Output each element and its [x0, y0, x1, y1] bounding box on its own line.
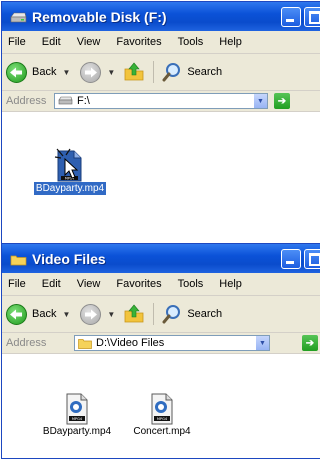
window-title: Removable Disk (F:)	[32, 8, 167, 25]
folder-icon	[10, 253, 27, 265]
drive-icon	[58, 96, 73, 106]
forward-arrow-icon[interactable]	[80, 303, 102, 325]
file-name: BDayparty.mp4	[42, 426, 112, 437]
drive-icon	[10, 11, 27, 23]
back-button[interactable]: Back	[32, 66, 56, 78]
menu-file[interactable]: File	[8, 36, 26, 48]
folder-up-icon[interactable]	[123, 304, 145, 324]
forward-dropdown-icon[interactable]: ▼	[107, 310, 115, 319]
mpg4-badge: MPG4	[157, 417, 168, 421]
menu-view[interactable]: View	[77, 278, 101, 290]
menu-help[interactable]: Help	[219, 36, 242, 48]
forward-arrow-icon[interactable]	[80, 61, 102, 83]
minimize-button[interactable]	[281, 249, 301, 269]
menu-favorites[interactable]: Favorites	[116, 278, 161, 290]
search-icon[interactable]	[162, 62, 182, 82]
file-name: BDayparty.mp4	[33, 182, 107, 195]
menu-bar: File Edit View Favorites Tools Help	[2, 31, 320, 54]
maximize-button[interactable]	[304, 7, 320, 27]
back-dropdown-icon[interactable]: ▼	[62, 68, 70, 77]
file-item[interactable]: MPG4 BDayparty.mp4	[30, 147, 110, 195]
toolbar: Back ▼ ▼ Search	[2, 296, 320, 333]
address-label: Address	[6, 95, 47, 107]
search-button[interactable]: Search	[187, 308, 222, 320]
folder-up-icon[interactable]	[123, 62, 145, 82]
toolbar-divider	[153, 303, 155, 325]
mp4-file-icon: MPG4	[54, 147, 86, 183]
menu-help[interactable]: Help	[219, 278, 242, 290]
toolbar: Back ▼ ▼ Search	[2, 54, 320, 91]
title-bar[interactable]: Video Files	[2, 244, 320, 273]
address-bar: Address D:\Video Files ▼ ➔	[2, 333, 320, 354]
menu-view[interactable]: View	[77, 36, 101, 48]
address-value: D:\Video Files	[96, 337, 165, 349]
file-item[interactable]: MPG4 BDayparty.mp4	[32, 392, 122, 437]
address-bar: Address F:\ ▼ ➔	[2, 91, 320, 112]
menu-bar: File Edit View Favorites Tools Help	[2, 273, 320, 296]
go-arrow-icon[interactable]: ➔	[274, 93, 290, 109]
menu-tools[interactable]: Tools	[178, 278, 204, 290]
go-arrow-icon[interactable]: ➔	[302, 335, 318, 351]
search-icon[interactable]	[162, 304, 182, 324]
address-field[interactable]: D:\Video Files ▼	[74, 335, 270, 351]
forward-dropdown-icon[interactable]: ▼	[107, 68, 115, 77]
file-item[interactable]: MPG4 Concert.mp4	[122, 392, 202, 437]
menu-edit[interactable]: Edit	[42, 36, 61, 48]
maximize-button[interactable]	[304, 249, 320, 269]
window-title: Video Files	[32, 250, 106, 267]
menu-tools[interactable]: Tools	[178, 36, 204, 48]
mp4-file-icon: MPG4	[63, 392, 91, 426]
menu-favorites[interactable]: Favorites	[116, 36, 161, 48]
back-dropdown-icon[interactable]: ▼	[62, 310, 70, 319]
folder-icon	[78, 338, 92, 349]
menu-file[interactable]: File	[8, 278, 26, 290]
address-value: F:\	[77, 95, 90, 107]
address-dropdown-icon[interactable]: ▼	[256, 336, 269, 350]
toolbar-divider	[153, 61, 155, 83]
file-name: Concert.mp4	[133, 426, 191, 437]
back-button[interactable]: Back	[32, 308, 56, 320]
address-dropdown-icon[interactable]: ▼	[254, 94, 267, 108]
minimize-button[interactable]	[281, 7, 301, 27]
back-arrow-icon[interactable]	[6, 303, 27, 325]
menu-edit[interactable]: Edit	[42, 278, 61, 290]
video-files-window: Video Files File Edit View Favorites Too…	[1, 243, 320, 459]
back-arrow-icon[interactable]	[6, 61, 27, 83]
title-bar[interactable]: Removable Disk (F:)	[2, 2, 320, 31]
mpg4-badge: MPG4	[72, 417, 83, 421]
address-label: Address	[6, 337, 47, 349]
mp4-file-icon: MPG4	[148, 392, 176, 426]
search-button[interactable]: Search	[187, 66, 222, 78]
address-field[interactable]: F:\ ▼	[54, 93, 268, 109]
